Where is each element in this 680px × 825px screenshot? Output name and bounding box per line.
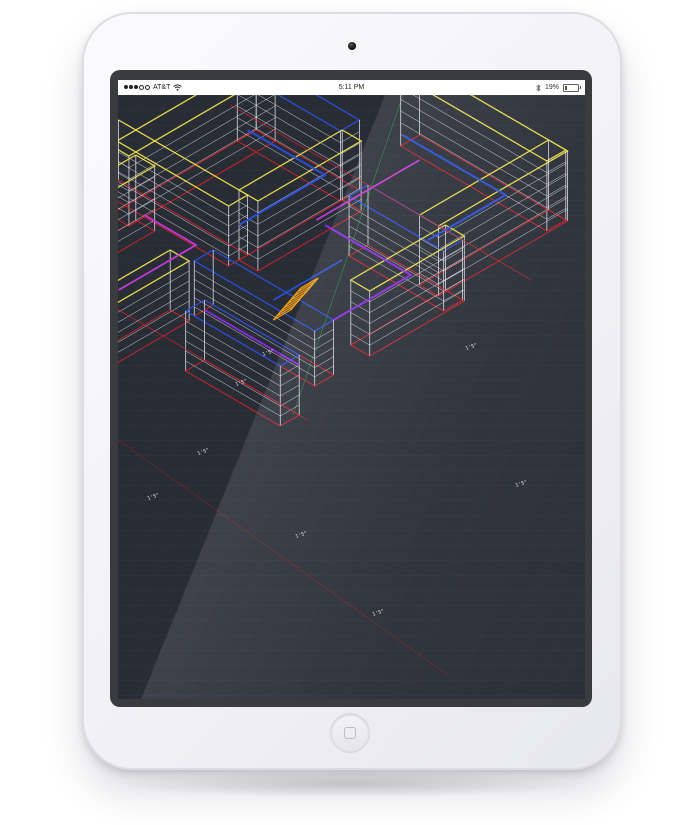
front-camera bbox=[348, 42, 356, 50]
cad-drawing-canvas[interactable]: 1'5"1'5"1'5"1'5"1'5"1'5"1'5"1'5" bbox=[118, 95, 585, 699]
clock: 5:11 PM bbox=[338, 84, 365, 91]
tablet-screen: AT&T 5:11 PM 19% 1'5" 1'5" 1'5" 1'5" 1'5… bbox=[118, 80, 585, 699]
home-button[interactable] bbox=[331, 714, 369, 752]
battery-icon bbox=[563, 83, 581, 92]
home-button-glyph bbox=[344, 727, 356, 739]
status-right: 19% bbox=[536, 80, 581, 95]
device-shadow bbox=[120, 770, 580, 798]
bluetooth-icon bbox=[536, 83, 541, 92]
status-bar: AT&T 5:11 PM 19% bbox=[118, 80, 585, 95]
battery-percent: 19% bbox=[544, 84, 559, 91]
